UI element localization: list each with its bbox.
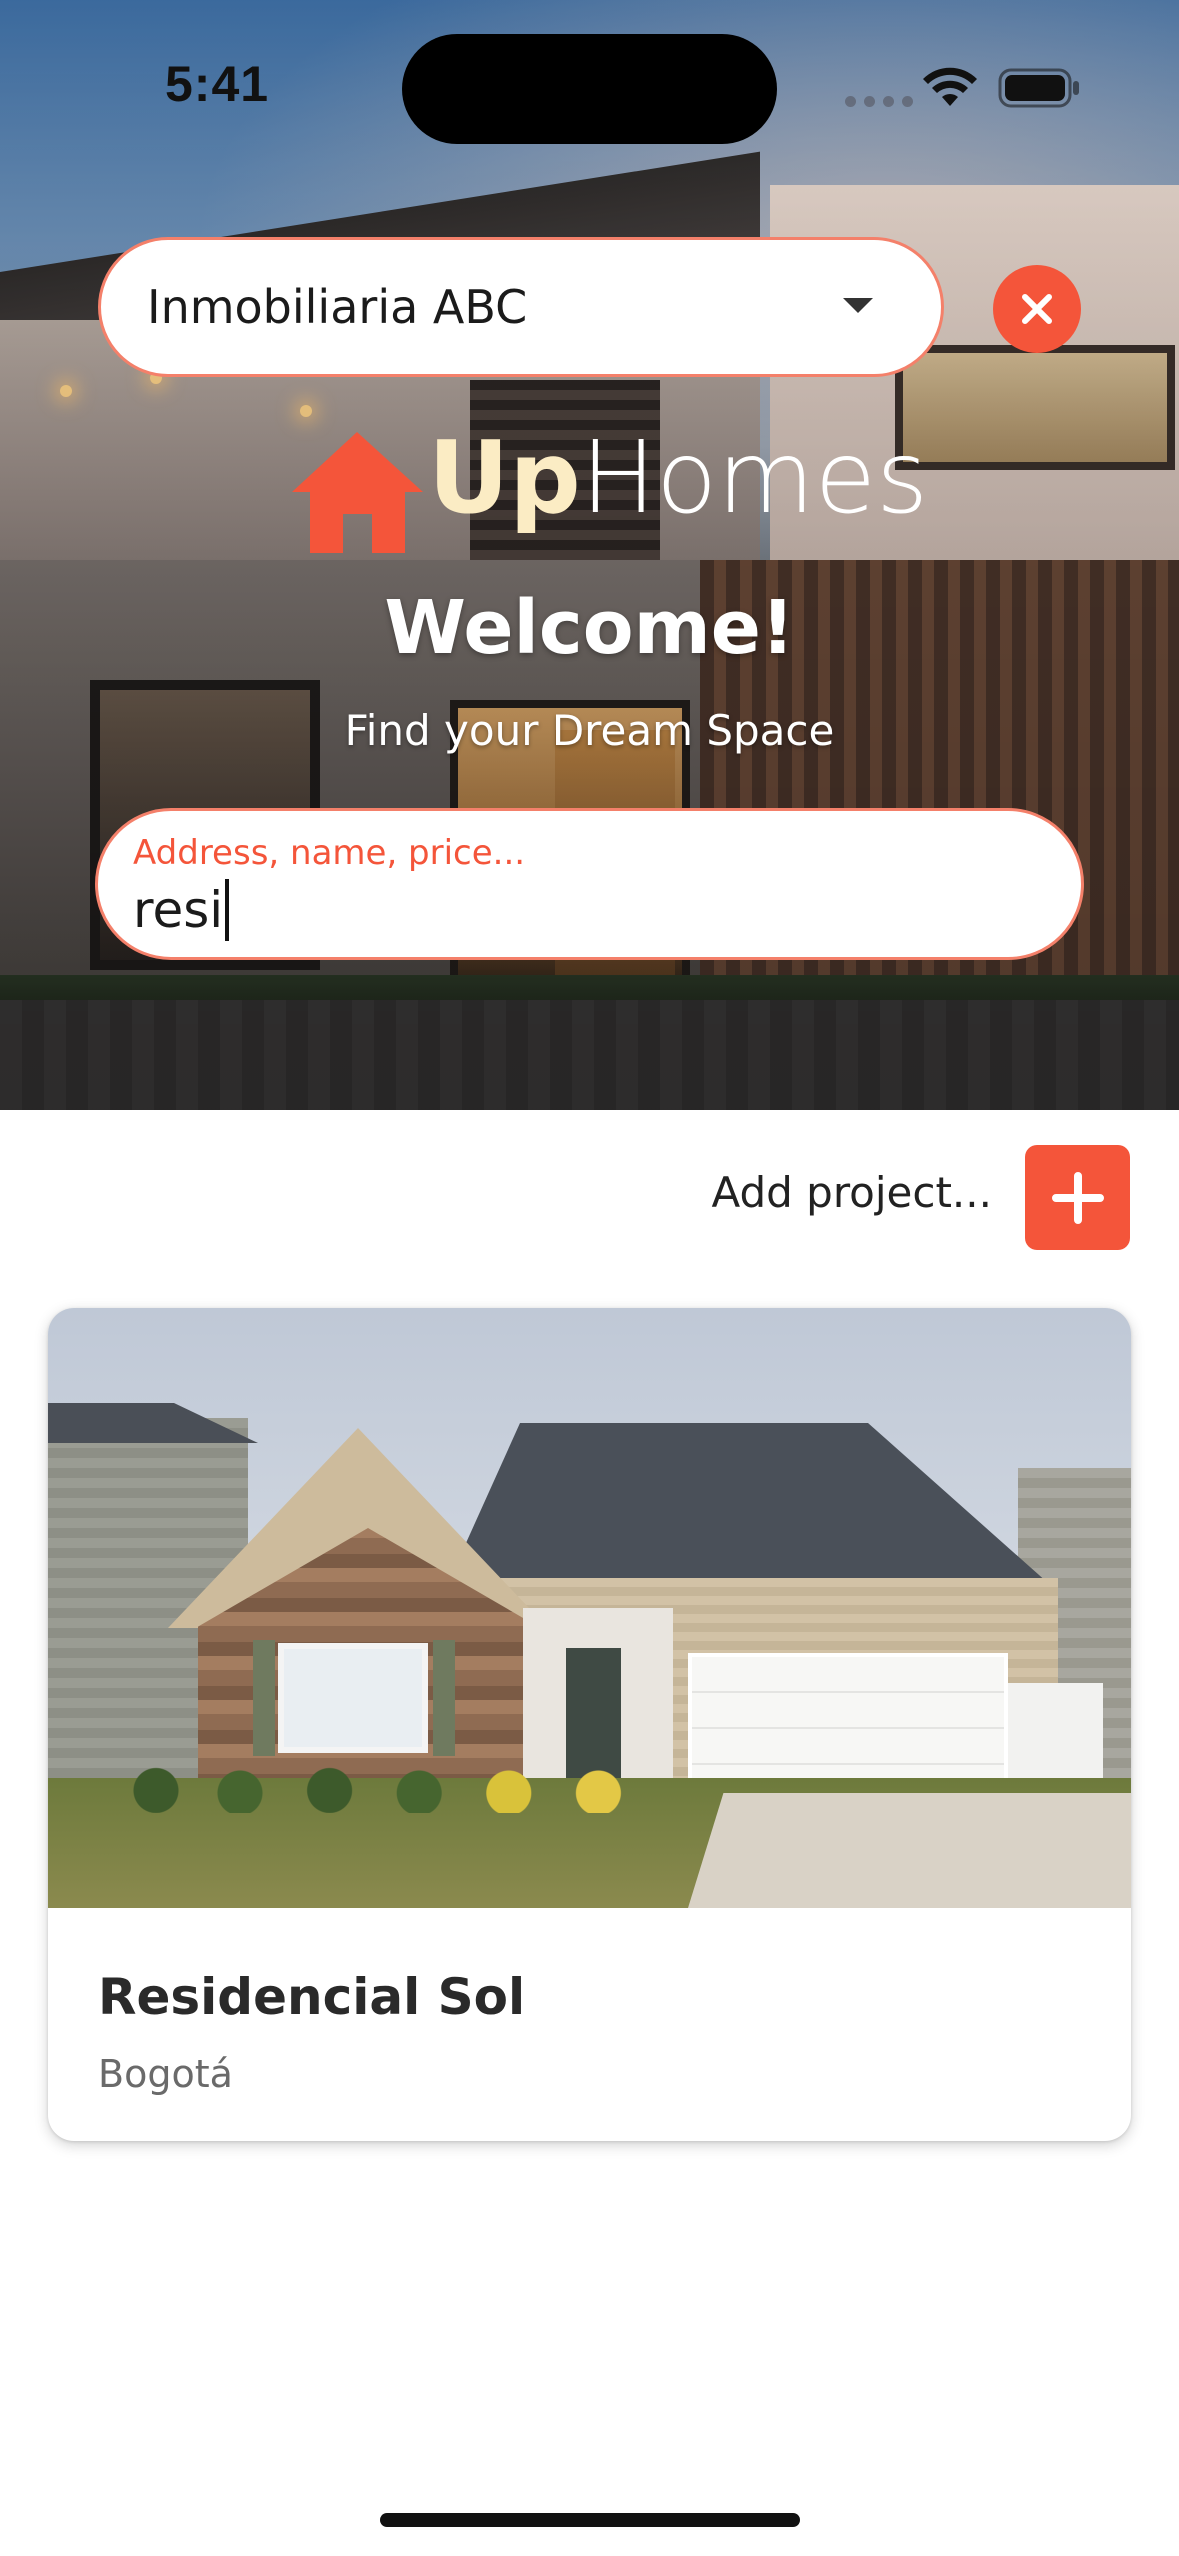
photo-shutter	[433, 1640, 455, 1756]
add-project-label[interactable]: Add project...	[712, 1168, 993, 1217]
photo-driveway	[688, 1793, 1131, 1908]
plus-icon	[1051, 1171, 1104, 1224]
status-time: 5:41	[165, 56, 270, 112]
house-logo-icon	[292, 432, 423, 553]
logo-homes-text: Homes	[580, 419, 929, 536]
project-photo	[48, 1308, 1131, 1908]
project-name: Residencial Sol	[98, 1968, 526, 2026]
search-input[interactable]: Address, name, price... resi	[95, 808, 1084, 960]
home-indicator[interactable]	[380, 2513, 800, 2527]
cellular-signal-icon	[845, 96, 913, 107]
add-project-button[interactable]	[1025, 1145, 1130, 1250]
welcome-title: Welcome!	[384, 585, 795, 671]
photo-roof	[448, 1423, 1048, 1583]
photo-shutter	[253, 1640, 275, 1756]
project-card-body: Residencial Sol Bogotá	[48, 1908, 1131, 2096]
photo-garage-door	[688, 1653, 1008, 1798]
project-city: Bogotá	[98, 2052, 233, 2096]
battery-icon	[998, 68, 1079, 108]
project-card[interactable]: Residencial Sol Bogotá	[48, 1308, 1131, 2141]
logo-up-text: Up	[428, 419, 581, 536]
dynamic-island	[402, 34, 777, 144]
hero-subtitle: Find your Dream Space	[344, 706, 835, 755]
search-input-value: resi	[133, 879, 230, 941]
clear-selection-button[interactable]	[993, 265, 1081, 353]
photo-bushes	[128, 1763, 688, 1813]
search-input-label: Address, name, price...	[133, 833, 526, 873]
search-input-text: resi	[133, 881, 224, 939]
chevron-down-icon	[843, 298, 873, 313]
brand-logo: UpHomes	[428, 428, 928, 528]
close-icon	[1022, 294, 1052, 324]
wifi-icon	[923, 67, 977, 106]
photo-window	[278, 1643, 428, 1753]
company-select-dropdown[interactable]: Inmobiliaria ABC	[98, 237, 944, 377]
company-select-value: Inmobiliaria ABC	[147, 280, 528, 334]
text-cursor	[225, 879, 230, 941]
photo-front-door	[566, 1648, 621, 1778]
